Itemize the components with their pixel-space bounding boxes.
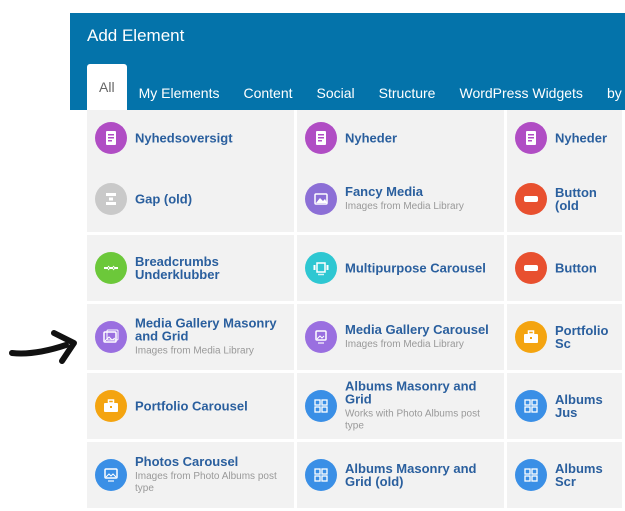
element-description: Images from Media Library — [135, 345, 254, 357]
tab-structure[interactable]: Structure — [367, 78, 448, 110]
albums-icon — [515, 390, 547, 422]
element-name: Albums Scr — [555, 461, 603, 489]
element-card[interactable]: Albums Scr — [507, 442, 625, 508]
element-card[interactable]: Fancy Media Images from Media Library — [297, 166, 507, 232]
dialog-header: Add Element All My Elements Content Soci… — [70, 13, 625, 110]
element-card[interactable]: Portfolio Carousel — [87, 373, 297, 439]
element-card[interactable]: Portfolio Sc — [507, 304, 625, 370]
element-name: Breadcrumbs Underklubber — [135, 254, 220, 282]
element-card[interactable]: Albums Jus — [507, 373, 625, 439]
element-row: Portfolio Carousel Albums Masonry and Gri… — [87, 373, 625, 442]
element-name: Albums Jus — [555, 392, 603, 420]
element-name: Media Gallery Carousel — [345, 322, 489, 337]
element-row: Gap (old) Fancy Media Images from Media Li… — [87, 166, 625, 235]
button-icon — [515, 183, 547, 215]
element-text: Albums Masonry and Grid (old) — [345, 462, 500, 488]
element-card[interactable]: Gap (old) — [87, 166, 297, 232]
element-card[interactable]: Media Gallery Carousel Images from Media … — [297, 304, 507, 370]
element-text: Photos Carousel Images from Photo Albums … — [135, 455, 290, 495]
tab-my-elements[interactable]: My Elements — [127, 78, 232, 110]
element-name: Nyheder — [345, 130, 398, 146]
element-description: Works with Photo Albums post type — [345, 408, 480, 432]
element-description: Images from Media Library — [345, 201, 464, 212]
element-name: Multipurpose Carousel — [345, 260, 486, 276]
element-card[interactable]: Button (old — [507, 166, 625, 232]
element-description: Images from Photo Albums post type — [135, 471, 277, 494]
gallery-icon — [95, 321, 127, 353]
dialog-title: Add Element — [87, 26, 185, 45]
element-row: Nyhedsoversigt Nyheder Nyheder — [87, 110, 625, 169]
element-card[interactable]: Nyhedsoversigt — [87, 110, 297, 166]
tab-all[interactable]: All — [87, 64, 127, 110]
element-row: Photos Carousel Images from Photo Albums … — [87, 442, 625, 511]
tab-by-developer[interactable]: by D — [595, 78, 625, 110]
tab-social[interactable]: Social — [305, 78, 367, 110]
element-card[interactable]: Photos Carousel Images from Photo Albums … — [87, 442, 297, 508]
element-text: Button (old — [555, 186, 618, 212]
breadcrumbs-icon — [95, 252, 127, 284]
element-name: Albums Masonry and Grid (old) — [345, 461, 477, 489]
element-row: Breadcrumbs Underklubber Multipurpose Car… — [87, 235, 625, 304]
element-card[interactable]: Breadcrumbs Underklubber — [87, 235, 297, 301]
element-name: Portfolio Carousel — [135, 398, 248, 414]
element-text: Fancy Media Images from Media Library — [345, 185, 500, 213]
element-text: Button — [555, 262, 618, 275]
briefcase-icon — [515, 321, 547, 353]
albums-icon — [305, 459, 337, 491]
element-text: Portfolio Carousel — [135, 400, 290, 413]
element-text: Nyhedsoversigt — [135, 132, 290, 145]
element-description: Images from Media Library — [345, 339, 464, 350]
element-card[interactable]: Multipurpose Carousel — [297, 235, 507, 301]
carousel-icon — [305, 252, 337, 284]
element-card[interactable]: Albums Masonry and Grid Works with Photo … — [297, 373, 507, 439]
element-name: Button (old — [555, 185, 597, 213]
element-text: Multipurpose Carousel — [345, 262, 500, 275]
document-icon — [95, 122, 127, 154]
briefcase-icon — [95, 390, 127, 422]
element-name: Photos Carousel — [135, 454, 239, 469]
tab-bar: All My Elements Content Social Structure… — [87, 64, 625, 110]
element-name: Button — [555, 260, 597, 276]
element-text: Breadcrumbs Underklubber — [135, 255, 290, 281]
element-name: Media Gallery Masonry and Grid — [135, 315, 277, 344]
tab-content[interactable]: Content — [231, 78, 304, 110]
gap-icon — [95, 183, 127, 215]
element-name: Nyhedsoversigt — [135, 130, 233, 146]
element-name: Albums Masonry and Grid — [345, 378, 477, 407]
image-icon — [305, 183, 337, 215]
gallery-carousel-icon — [305, 321, 337, 353]
document-icon — [515, 122, 547, 154]
element-name: Fancy Media — [345, 184, 424, 199]
element-text: Albums Masonry and Grid Works with Photo … — [345, 380, 500, 433]
arrow-right-icon — [9, 330, 77, 364]
element-text: Portfolio Sc — [555, 324, 618, 350]
element-text: Media Gallery Carousel Images from Media … — [345, 323, 500, 351]
element-text: Albums Jus — [555, 393, 618, 419]
element-card[interactable]: Nyheder — [297, 110, 507, 166]
document-icon — [305, 122, 337, 154]
element-name: Portfolio Sc — [555, 323, 609, 351]
albums-icon — [305, 390, 337, 422]
element-text: Media Gallery Masonry and Grid Images fro… — [135, 317, 290, 358]
element-card[interactable]: Media Gallery Masonry and Grid Images fro… — [87, 304, 297, 370]
element-row: Media Gallery Masonry and Grid Images fro… — [87, 304, 625, 373]
element-text: Albums Scr — [555, 462, 618, 488]
button-icon — [515, 252, 547, 284]
element-card[interactable]: Albums Masonry and Grid (old) — [297, 442, 507, 508]
element-name: Nyheder — [555, 130, 608, 146]
photos-icon — [95, 459, 127, 491]
element-text: Nyheder — [555, 132, 618, 145]
element-card[interactable]: Button — [507, 235, 625, 301]
element-text: Nyheder — [345, 132, 500, 145]
element-card[interactable]: Nyheder — [507, 110, 625, 166]
element-text: Gap (old) — [135, 193, 290, 206]
tab-wordpress-widgets[interactable]: WordPress Widgets — [447, 78, 594, 110]
element-name: Gap (old) — [135, 191, 193, 207]
albums-icon — [515, 459, 547, 491]
